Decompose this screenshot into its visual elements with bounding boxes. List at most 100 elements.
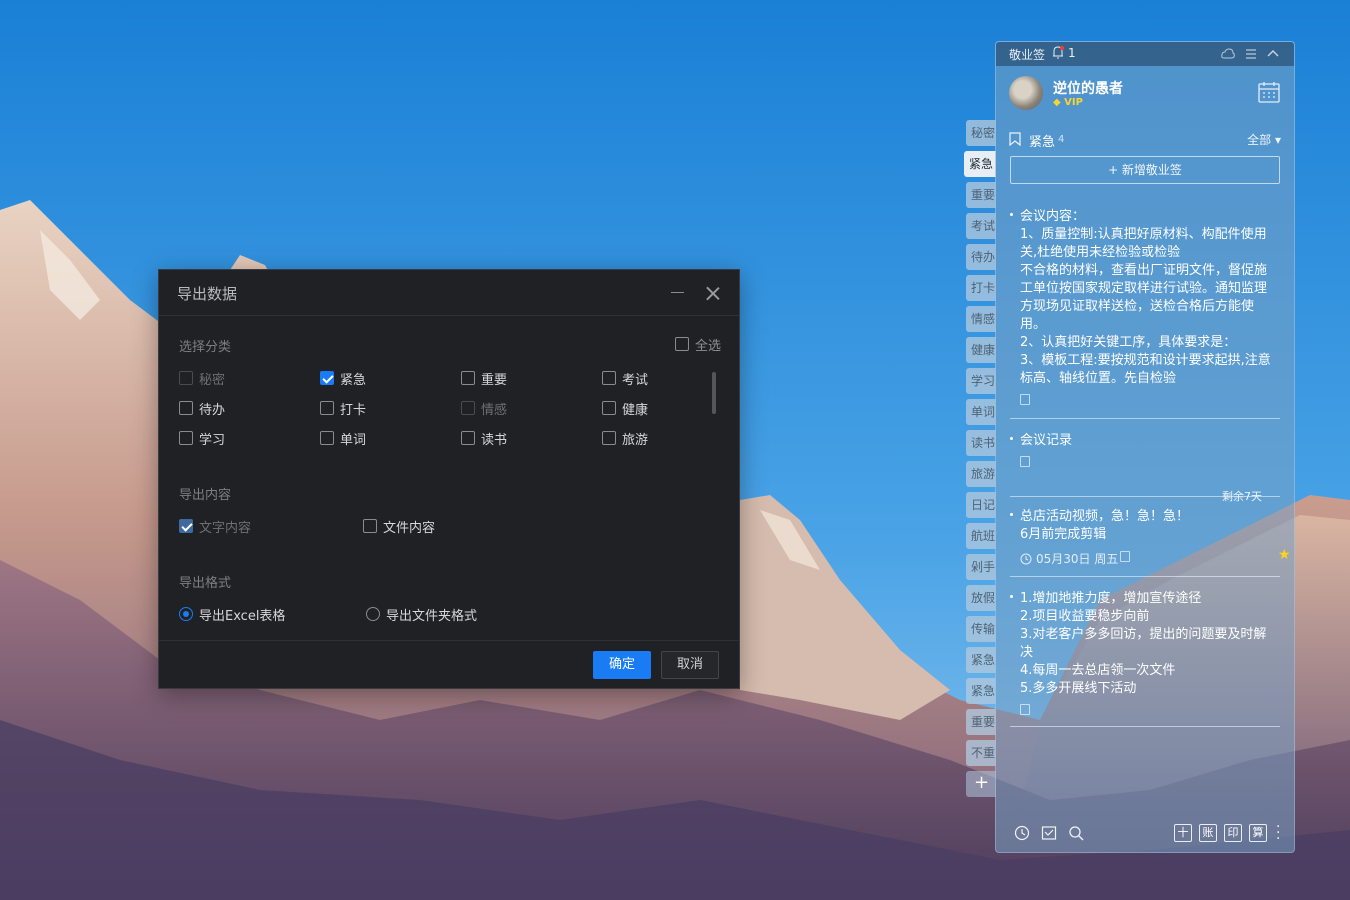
more-options-icon[interactable]: · · ·: [1276, 820, 1280, 846]
category-label: 健康: [622, 402, 649, 418]
category-checkbox[interactable]: 旅游: [602, 430, 648, 448]
category-checkbox[interactable]: 考试: [602, 370, 648, 388]
side-tab[interactable]: 待办: [966, 244, 996, 270]
category-checkbox[interactable]: 紧急: [320, 370, 367, 388]
category-label: 读书: [481, 432, 508, 448]
add-category-button[interactable]: +: [966, 771, 996, 797]
avatar[interactable]: [1009, 76, 1043, 110]
side-tab[interactable]: 学习: [966, 368, 996, 394]
side-tab[interactable]: 不重: [966, 740, 996, 766]
panel-titlebar[interactable]: 敬业签 1: [996, 42, 1294, 66]
side-tab[interactable]: 日记: [966, 492, 996, 518]
checkbox-box[interactable]: [179, 519, 193, 533]
attachment-icon[interactable]: [1020, 394, 1030, 405]
menu-icon[interactable]: [1244, 47, 1258, 61]
select-all-checkbox[interactable]: 全选: [675, 336, 721, 354]
clock-icon[interactable]: [1014, 825, 1030, 841]
bell-icon[interactable]: [1052, 46, 1064, 59]
tool-box-button[interactable]: 十: [1174, 824, 1192, 842]
category-header: 紧急 4 全部 ▾: [1009, 130, 1281, 150]
side-tab[interactable]: 剁手: [966, 554, 996, 580]
side-tab[interactable]: 考试: [966, 213, 996, 239]
note-divider: [1010, 418, 1280, 419]
filter-dropdown[interactable]: 全部 ▾: [1247, 131, 1281, 148]
side-tab[interactable]: 重要: [966, 182, 996, 208]
tool-box-button[interactable]: 算: [1249, 824, 1267, 842]
side-tab[interactable]: 打卡: [966, 275, 996, 301]
folder-format-label: 导出文件夹格式: [386, 608, 478, 624]
checkbox-box[interactable]: [602, 371, 616, 385]
note-line: 工单位按国家规定取样进行试验。通知监理: [1020, 281, 1268, 296]
note-line: 5.多多开展线下活动: [1020, 681, 1137, 696]
checkbox-box[interactable]: [461, 401, 475, 415]
checkbox-box[interactable]: [602, 431, 616, 445]
checkbox-box[interactable]: [179, 401, 193, 415]
attachment-icon[interactable]: [1020, 456, 1030, 467]
side-tab[interactable]: 情感: [966, 306, 996, 332]
excel-format-radio[interactable]: 导出Excel表格: [179, 606, 285, 624]
close-icon[interactable]: [703, 283, 723, 303]
checkbox-box[interactable]: [179, 371, 193, 385]
checkbox-box[interactable]: [320, 371, 334, 385]
text-content-checkbox[interactable]: 文字内容: [179, 518, 251, 536]
checkbox-box[interactable]: [675, 337, 689, 351]
add-note-button[interactable]: + 新增敬业签: [1010, 156, 1280, 184]
tool-box-button[interactable]: 印: [1224, 824, 1242, 842]
side-tab[interactable]: 旅游: [966, 461, 996, 487]
file-content-label: 文件内容: [383, 520, 436, 536]
checkbox-box[interactable]: [363, 519, 377, 533]
collapse-up-icon[interactable]: [1266, 47, 1280, 61]
category-checkbox[interactable]: 打卡: [320, 400, 366, 418]
side-tab[interactable]: 航班: [966, 523, 996, 549]
star-icon[interactable]: ★: [1278, 547, 1291, 563]
category-checkbox[interactable]: 单词: [320, 430, 366, 448]
minimize-icon[interactable]: [671, 292, 684, 293]
attachment-icon[interactable]: [1020, 704, 1030, 715]
sticky-note-panel: 敬业签 1 逆位的愚者 ◆ VIP 紧急 4 全部 ▾ + 新增敬业签 会议内容…: [995, 41, 1295, 853]
category-checkbox[interactable]: 读书: [461, 430, 508, 448]
note-bullet: [1010, 437, 1013, 440]
folder-format-radio[interactable]: 导出文件夹格式: [366, 606, 478, 624]
category-checkbox[interactable]: 待办: [179, 400, 225, 418]
checkbox-box[interactable]: [461, 371, 475, 385]
search-icon[interactable]: [1068, 825, 1084, 841]
checkbox-box[interactable]: [602, 401, 616, 415]
side-tab[interactable]: 重要: [966, 709, 996, 735]
category-checkbox[interactable]: 情感: [461, 400, 507, 418]
checkbox-box[interactable]: [461, 431, 475, 445]
confirm-button[interactable]: 确定: [593, 651, 651, 679]
category-checkbox[interactable]: 学习: [179, 430, 225, 448]
checkbox-box[interactable]: [320, 431, 334, 445]
side-tab[interactable]: 放假: [966, 585, 996, 611]
checkbox-box[interactable]: [179, 431, 193, 445]
side-tab[interactable]: 紧急: [964, 151, 996, 177]
category-checkbox[interactable]: 重要: [461, 370, 507, 388]
cancel-button[interactable]: 取消: [661, 651, 719, 679]
radio-dot[interactable]: [366, 607, 380, 621]
radio-dot[interactable]: [179, 607, 193, 621]
note-text: 会议内容： 1、质量控制:认真把好原材料、构配件使用 关,杜绝使用未经检验或检验 不合…: [1020, 208, 1282, 388]
calendar-icon[interactable]: [1258, 81, 1280, 103]
vip-badge: ◆ VIP: [1053, 97, 1083, 108]
note-bullet: [1010, 595, 1013, 598]
side-tab[interactable]: 读书: [966, 430, 996, 456]
attachment-icon[interactable]: [1120, 551, 1130, 562]
side-tab[interactable]: 紧急: [966, 647, 996, 673]
side-tab[interactable]: 传输: [966, 616, 996, 642]
scrollbar-thumb[interactable]: [712, 372, 716, 414]
side-tab[interactable]: 秘密: [966, 120, 996, 146]
side-tab[interactable]: 健康: [966, 337, 996, 363]
note-line: 决: [1020, 645, 1034, 660]
side-tab[interactable]: 紧急: [966, 678, 996, 704]
dialog-header: 导出数据: [159, 270, 739, 316]
check-box-icon[interactable]: [1041, 825, 1057, 841]
tool-box-button[interactable]: 账: [1199, 824, 1217, 842]
side-tab[interactable]: 单词: [966, 399, 996, 425]
category-label: 紧急: [340, 372, 367, 388]
checkbox-box[interactable]: [320, 401, 334, 415]
category-checkbox[interactable]: 健康: [602, 400, 649, 418]
cloud-sync-icon[interactable]: [1221, 47, 1235, 61]
category-checkbox[interactable]: 秘密: [179, 370, 225, 388]
note-line: 1、质量控制:认真把好原材料、构配件使用: [1020, 227, 1267, 242]
file-content-checkbox[interactable]: 文件内容: [363, 518, 436, 536]
